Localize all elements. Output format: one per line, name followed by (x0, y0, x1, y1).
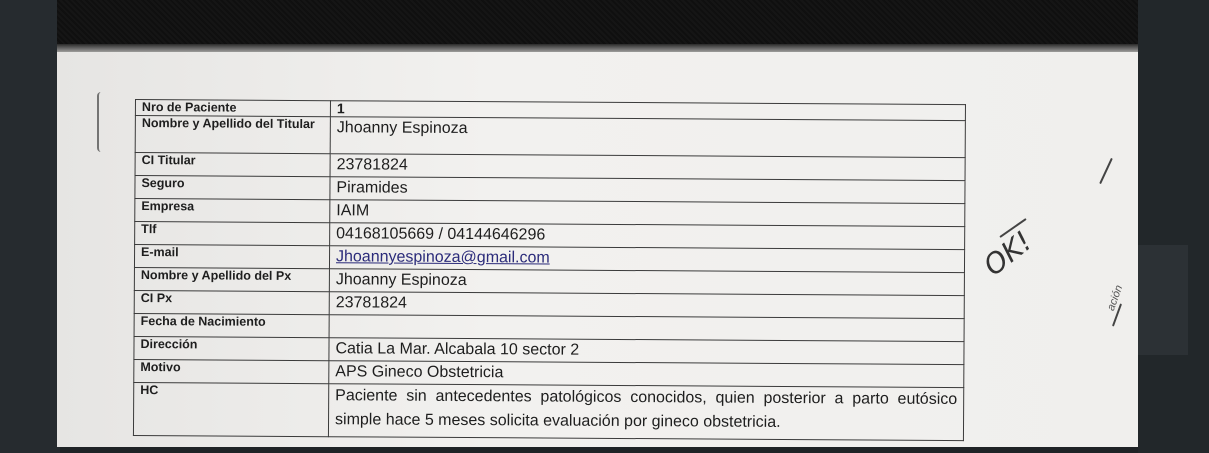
field-label: CI Px (134, 290, 330, 315)
background-left-panel (0, 0, 60, 453)
field-label: HC (133, 382, 329, 437)
field-label: Motivo (133, 359, 329, 384)
field-value: APS Gineco Obstetricia (328, 360, 964, 388)
field-label: E-mail (134, 244, 330, 269)
field-value: Jhoanny Espinoza (330, 116, 966, 158)
field-label: Empresa (134, 198, 330, 223)
field-label: CI Titular (135, 152, 331, 177)
field-value: Jhoanny Espinoza (329, 268, 965, 296)
patient-form-table: Nro de Paciente 1 Nombre y Apellido del … (133, 99, 966, 441)
table-row: Nombre y Apellido del Titular Jhoanny Es… (135, 115, 966, 158)
background-right-panel (1138, 0, 1209, 453)
field-label: Dirección (133, 336, 330, 361)
field-value: Paciente sin antecedentes patológicos co… (328, 383, 964, 441)
field-label: Nombre y Apellido del Titular (135, 115, 331, 154)
background-right-card (1138, 245, 1188, 355)
paper-sheet: Nro de Paciente 1 Nombre y Apellido del … (57, 52, 1138, 447)
handwritten-stroke (1099, 157, 1113, 185)
staple-mark (97, 92, 107, 152)
field-label: Tlf (134, 221, 330, 246)
field-label: Nombre y Apellido del Px (134, 267, 330, 292)
field-value: Catia La Mar. Alcabala 10 sector 2 (328, 337, 965, 365)
field-label: Nro de Paciente (135, 99, 331, 117)
field-value: 04168105669 / 04144646296 (329, 222, 965, 250)
email-value: Jhoannyespinoza@gmail.com (329, 245, 965, 273)
table-row: HC Paciente sin antecedentes patológicos… (133, 382, 964, 441)
field-label: Seguro (134, 175, 331, 200)
handwritten-ok-note: OK! (977, 224, 1039, 283)
document-photo: Nro de Paciente 1 Nombre y Apellido del … (57, 0, 1138, 447)
email-link[interactable]: Jhoannyespinoza@gmail.com (336, 248, 550, 266)
handwritten-side-note: ación (1105, 283, 1126, 313)
field-label: Fecha de Nacimiento (134, 313, 330, 338)
